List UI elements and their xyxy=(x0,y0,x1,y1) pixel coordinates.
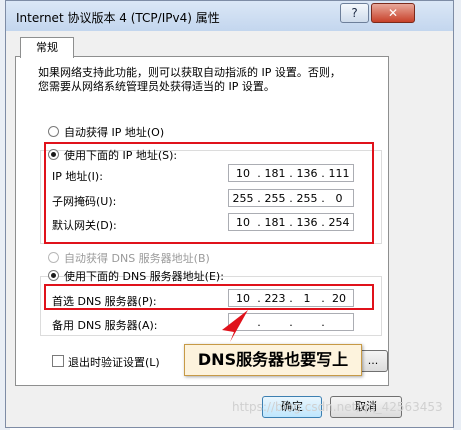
tab-general[interactable]: 常规 xyxy=(20,37,74,58)
advanced-button[interactable]: ... xyxy=(358,350,388,372)
auto-dns-label: 自动获得 DNS 服务器地址(B) xyxy=(64,252,210,265)
window-title: Internet 协议版本 4 (TCP/IPv4) 属性 xyxy=(16,11,220,25)
description-line: 您需要从网络系统管理员处获得适当的 IP 设置。 xyxy=(38,80,275,93)
ip-highlight-box xyxy=(44,142,374,244)
help-button[interactable]: ? xyxy=(340,3,369,23)
dns-highlight-box xyxy=(44,284,374,310)
annotation-callout: DNS服务器也要写上 xyxy=(184,344,362,376)
validate-checkbox[interactable] xyxy=(52,355,64,367)
manual-dns-label: 使用下面的 DNS 服务器地址(E): xyxy=(64,270,224,283)
auto-ip-radio[interactable] xyxy=(48,126,59,137)
manual-dns-radio[interactable] xyxy=(48,270,59,281)
validate-label: 退出时验证设置(L) xyxy=(68,356,160,369)
arrow-icon xyxy=(222,310,248,342)
auto-dns-radio[interactable] xyxy=(48,252,59,263)
description-line: 如果网络支持此功能，则可以获取自动指派的 IP 设置。否则， xyxy=(38,66,341,79)
close-button[interactable]: ✕ xyxy=(371,3,415,23)
watermark: https://blog.csdn.net/qq_42563453 xyxy=(232,400,443,414)
background-window-right xyxy=(453,0,461,430)
title-bar: Internet 协议版本 4 (TCP/IPv4) 属性 ? ✕ xyxy=(6,1,453,31)
description-text: 如果网络支持此功能，则可以获取自动指派的 IP 设置。否则， 您需要从网络系统管… xyxy=(38,66,378,94)
auto-ip-label: 自动获得 IP 地址(O) xyxy=(64,126,165,139)
alternate-dns-label: 备用 DNS 服务器(A): xyxy=(52,319,158,332)
